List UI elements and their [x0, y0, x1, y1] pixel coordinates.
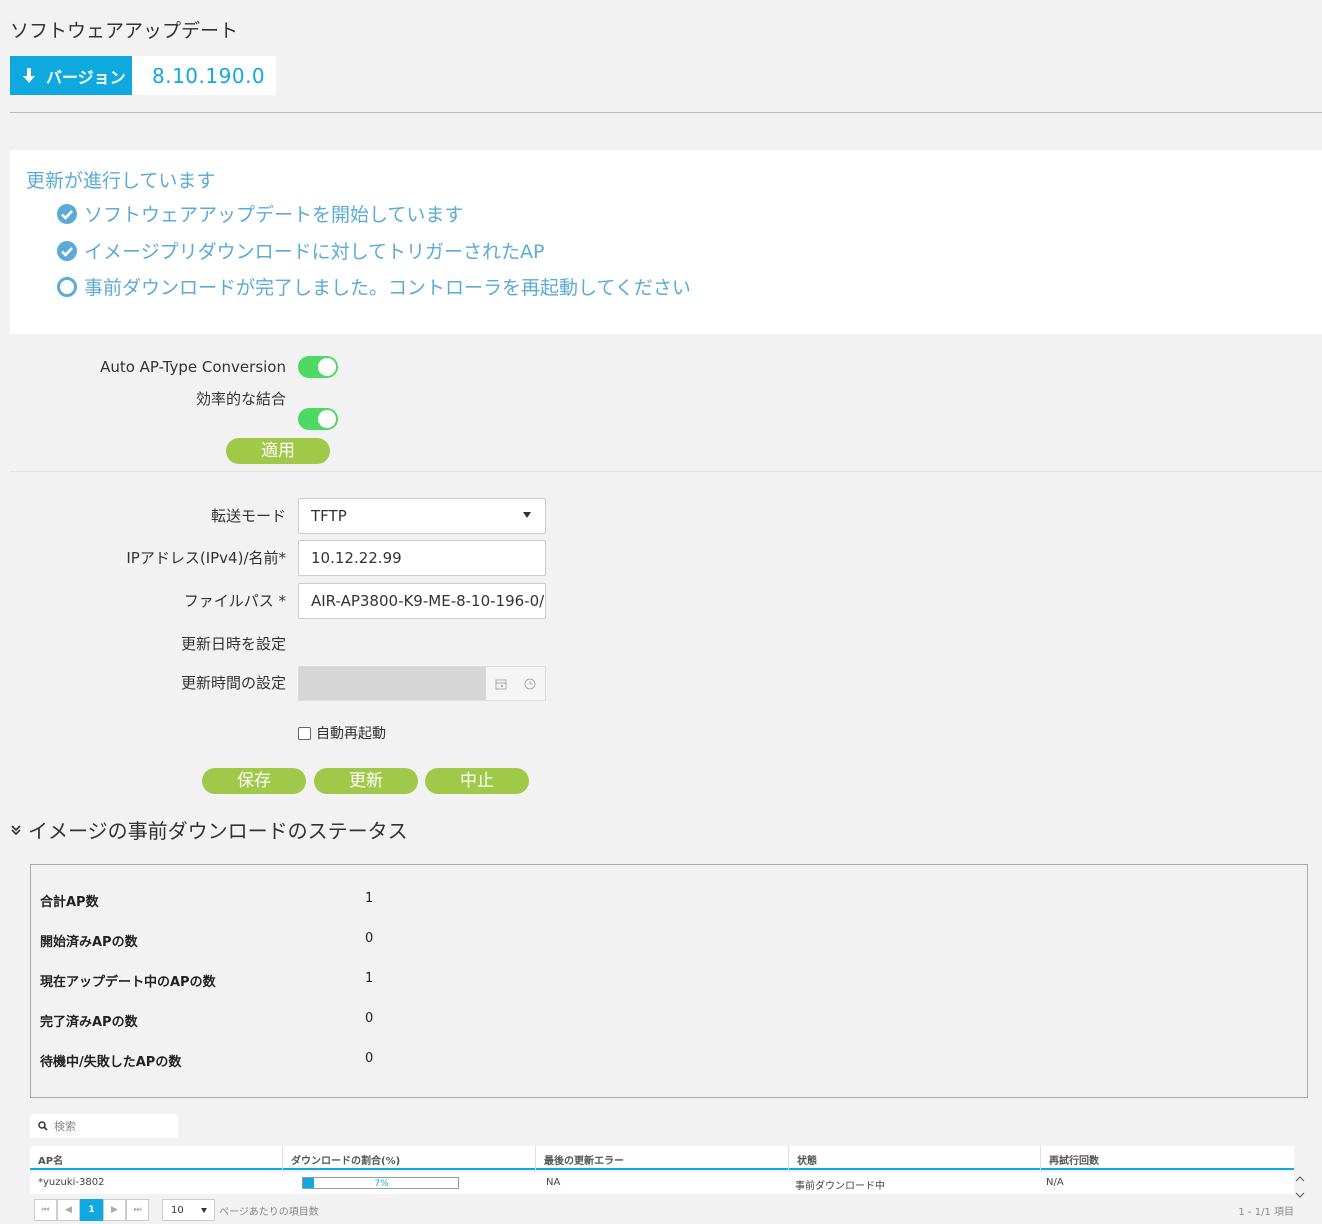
auto-ap-label: Auto AP-Type Conversion	[100, 358, 286, 376]
download-progress-bar: 7%	[302, 1177, 459, 1189]
set-datetime-label: 更新日時を設定	[180, 635, 286, 653]
save-button[interactable]: 保存	[202, 768, 306, 794]
step-label: ソフトウェアアップデートを開始しています	[84, 204, 464, 226]
clock-icon[interactable]	[524, 678, 536, 690]
auto-reboot-label: 自動再起動	[316, 726, 386, 742]
prev-page-button[interactable]: ◀	[57, 1199, 80, 1221]
page-number-button[interactable]: 1	[80, 1199, 103, 1221]
transfer-mode-value: TFTP	[311, 507, 347, 525]
summary-label: 現在アップデート中のAPの数	[40, 975, 216, 990]
summary-label: 合計AP数	[40, 895, 99, 910]
page-title: ソフトウェアアップデート	[10, 20, 239, 42]
dropdown-arrow-icon	[523, 512, 531, 518]
transfer-mode-label: 転送モード	[210, 507, 286, 525]
progress-step: 事前ダウンロードが完了しました。コントローラを再起動してください	[56, 273, 691, 300]
abort-button[interactable]: 中止	[425, 768, 529, 794]
table-scrollbar[interactable]	[1294, 1172, 1306, 1202]
progress-title: 更新が進行しています	[26, 170, 216, 192]
pagination: ⏮ ◀ 1 ▶ ⏭	[34, 1199, 149, 1221]
summary-value: 0	[365, 1011, 374, 1026]
double-chevron-down-icon	[11, 824, 21, 835]
next-page-button[interactable]: ▶	[103, 1199, 126, 1221]
check-circle-icon	[57, 240, 77, 261]
update-time-input	[299, 667, 486, 700]
page-size-value: 10	[171, 1204, 184, 1216]
column-header[interactable]: 状態	[797, 1152, 817, 1167]
dropdown-arrow-icon	[201, 1208, 207, 1213]
efficient-join-toggle[interactable]	[298, 408, 338, 430]
column-header[interactable]: AP名	[38, 1152, 63, 1167]
download-arrow-icon	[23, 67, 35, 83]
calendar-icon[interactable]	[495, 678, 507, 690]
divider	[10, 471, 1322, 472]
retries-cell: N/A	[1046, 1177, 1064, 1188]
page-size-select[interactable]: 10	[162, 1199, 215, 1221]
filepath-input[interactable]: AIR-AP3800-K9-ME-8-10-196-0/	[298, 583, 546, 619]
ap-name-cell: *yuzuki-3802	[38, 1177, 105, 1188]
check-circle-icon	[57, 203, 77, 224]
auto-reboot-option[interactable]: 自動再起動	[298, 723, 386, 743]
summary-value: 0	[365, 1051, 374, 1066]
progress-text: 7%	[374, 1179, 389, 1189]
divider	[10, 112, 1322, 113]
summary-label: 開始済みAPの数	[40, 935, 138, 950]
status-summary: 合計AP数 1 開始済みAPの数 0 現在アップデート中のAPの数 1 完了済み…	[30, 864, 1308, 1098]
update-time-label: 更新時間の設定	[180, 674, 286, 692]
state-cell: 事前ダウンロード中	[795, 1181, 885, 1192]
step-label: イメージプリダウンロードに対してトリガーされたAP	[84, 241, 545, 263]
filepath-value: AIR-AP3800-K9-ME-8-10-196-0/	[311, 592, 545, 610]
column-header[interactable]: ダウンロードの割合(%)	[291, 1152, 400, 1167]
update-button[interactable]: 更新	[314, 768, 418, 794]
version-label: バージョン	[46, 67, 126, 87]
empty-circle-icon	[57, 276, 77, 297]
filepath-label: ファイルパス *	[183, 592, 286, 610]
summary-value: 1	[365, 971, 374, 986]
progress-step: ソフトウェアアップデートを開始しています	[56, 200, 463, 227]
table-row[interactable]: *yuzuki-3802 7% NA 事前ダウンロード中 N/A	[30, 1172, 1294, 1194]
search-placeholder: 検索	[54, 1120, 76, 1133]
page-size-label: ページあたりの項目数	[219, 1207, 319, 1218]
auto-reboot-checkbox[interactable]	[298, 726, 311, 740]
first-page-button[interactable]: ⏮	[34, 1199, 57, 1221]
apply-button[interactable]: 適用	[226, 438, 330, 464]
step-label: 事前ダウンロードが完了しました。コントローラを再起動してください	[84, 277, 691, 299]
transfer-mode-select[interactable]: TFTP	[298, 498, 546, 534]
progress-step: イメージプリダウンロードに対してトリガーされたAP	[56, 237, 545, 264]
status-section-header[interactable]: イメージの事前ダウンロードのステータス	[10, 815, 408, 844]
search-input[interactable]: 検索	[30, 1114, 178, 1138]
summary-value: 1	[365, 891, 374, 906]
update-time-picker	[298, 666, 546, 701]
column-header[interactable]: 最後の更新エラー	[544, 1152, 624, 1167]
status-section-title: イメージの事前ダウンロードのステータス	[28, 819, 408, 843]
column-header[interactable]: 再試行回数	[1049, 1152, 1099, 1167]
summary-label: 待機中/失敗したAPの数	[40, 1055, 182, 1070]
auto-ap-toggle[interactable]	[298, 356, 338, 378]
table-header: AP名 ダウンロードの割合(%) 最後の更新エラー 状態 再試行回数	[30, 1146, 1294, 1170]
version-value: 8.10.190.0	[132, 56, 276, 95]
ip-address-label: IPアドレス(IPv4)/名前*	[126, 549, 286, 567]
scroll-arrows-icon	[1295, 1176, 1305, 1198]
efficient-join-label: 効率的な結合	[195, 390, 286, 408]
summary-label: 完了済みAPの数	[40, 1015, 138, 1030]
last-page-button[interactable]: ⏭	[126, 1199, 149, 1221]
update-progress-panel: 更新が進行しています ソフトウェアアップデートを開始しています イメージプリダウ…	[10, 150, 1322, 334]
pager-summary: 1 - 1/1 項目	[1238, 1207, 1294, 1218]
search-icon	[38, 1121, 48, 1131]
ip-address-input[interactable]: 10.12.22.99	[298, 540, 546, 576]
version-button[interactable]: バージョン	[10, 56, 132, 95]
ip-address-value: 10.12.22.99	[311, 549, 402, 567]
last-error-cell: NA	[546, 1177, 561, 1188]
summary-value: 0	[365, 931, 374, 946]
